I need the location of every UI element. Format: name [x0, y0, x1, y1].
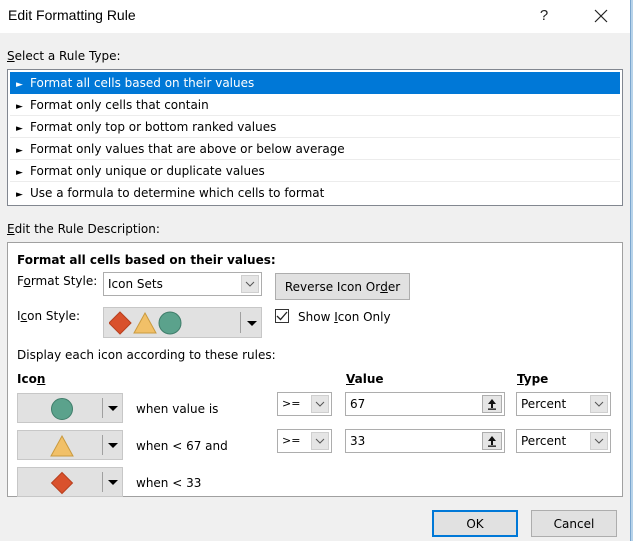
rule-2-value-input[interactable]: 33: [345, 429, 505, 453]
collapse-dialog-icon[interactable]: [482, 395, 502, 413]
collapse-dialog-icon[interactable]: [482, 432, 502, 450]
ok-button[interactable]: OK: [432, 510, 518, 537]
pointer-icon: ►: [16, 102, 23, 112]
rule-1-type-select[interactable]: Percent: [516, 392, 611, 416]
rule-type-item[interactable]: ► Format only top or bottom ranked values: [10, 116, 620, 138]
chevron-down-icon[interactable]: [590, 432, 608, 450]
display-rules-label: Display each icon according to these rul…: [17, 348, 276, 362]
pointer-icon: ►: [16, 190, 23, 200]
icon-column-header: Icon: [17, 372, 46, 386]
pointer-icon: ►: [16, 80, 23, 90]
show-icon-only-checkbox[interactable]: [275, 309, 289, 323]
checkmark-icon: [276, 311, 288, 321]
icon-style-select[interactable]: [103, 307, 262, 338]
description-heading: Format all cells based on their values:: [17, 253, 276, 267]
icon-style-label: Icon Style:: [17, 309, 81, 323]
type-column-header: Type: [517, 372, 549, 386]
chevron-down-icon[interactable]: [311, 395, 329, 413]
pointer-icon: ►: [16, 124, 23, 134]
dropdown-arrow-icon[interactable]: [108, 480, 118, 485]
close-button[interactable]: [588, 4, 614, 28]
rule-1-operator-select[interactable]: >=: [277, 392, 332, 416]
yellow-triangle-icon: [133, 311, 157, 334]
rule-type-item[interactable]: ► Format only cells that contain: [10, 94, 620, 116]
reverse-icon-order-button[interactable]: Reverse Icon Or d er: [275, 273, 410, 300]
dropdown-arrow-icon[interactable]: [247, 321, 257, 326]
yellow-triangle-icon: [50, 434, 74, 457]
rule-3-icon-select[interactable]: [17, 467, 123, 497]
pointer-icon: ►: [16, 146, 23, 156]
green-circle-icon: [158, 311, 182, 335]
rule-type-item[interactable]: ► Format only values that are above or be…: [10, 138, 620, 160]
red-diamond-icon: [109, 311, 132, 335]
dropdown-arrow-icon[interactable]: [108, 406, 118, 411]
rule-type-list[interactable]: ► Format all cells based on their values …: [7, 69, 623, 206]
value-column-header: Value: [346, 372, 384, 386]
title-bar: Edit Formatting Rule ?: [0, 0, 633, 33]
chevron-down-icon[interactable]: [241, 275, 259, 293]
chevron-down-icon[interactable]: [590, 395, 608, 413]
rule-2-type-select[interactable]: Percent: [516, 429, 611, 453]
rule-1-condition: when value is: [136, 402, 219, 416]
rule-type-item[interactable]: ► Use a formula to determine which cells …: [10, 182, 620, 204]
chevron-down-icon[interactable]: [311, 432, 329, 450]
format-style-label: Format Style:: [17, 274, 98, 288]
rule-2-condition: when < 67 and: [136, 439, 228, 453]
icon-set-preview: [109, 311, 182, 335]
rule-description-panel: Format all cells based on their values: …: [7, 242, 623, 497]
green-circle-icon: [51, 398, 73, 420]
rule-1-value-input[interactable]: 67: [345, 392, 505, 416]
rule-2-operator-select[interactable]: >=: [277, 429, 332, 453]
close-icon: [594, 9, 608, 23]
rule-3-condition: when < 33: [136, 476, 202, 490]
pointer-icon: ►: [16, 168, 23, 178]
rule-description-label: Edit the Rule Description:: [7, 222, 160, 236]
show-icon-only-label: Show Icon Only: [298, 310, 391, 324]
rule-type-item[interactable]: ► Format only unique or duplicate values: [10, 160, 620, 182]
rule-type-label: Select a Rule Type:: [7, 49, 121, 63]
rule-1-icon-select[interactable]: [17, 393, 123, 423]
help-button[interactable]: ?: [536, 5, 552, 27]
format-style-select[interactable]: Icon Sets: [103, 272, 262, 296]
cancel-button[interactable]: Cancel: [531, 510, 617, 537]
dialog-title: Edit Formatting Rule: [8, 7, 136, 23]
red-diamond-icon: [50, 471, 74, 495]
rule-type-item[interactable]: ► Format all cells based on their values: [10, 72, 620, 94]
dropdown-arrow-icon[interactable]: [108, 443, 118, 448]
rule-2-icon-select[interactable]: [17, 430, 123, 460]
